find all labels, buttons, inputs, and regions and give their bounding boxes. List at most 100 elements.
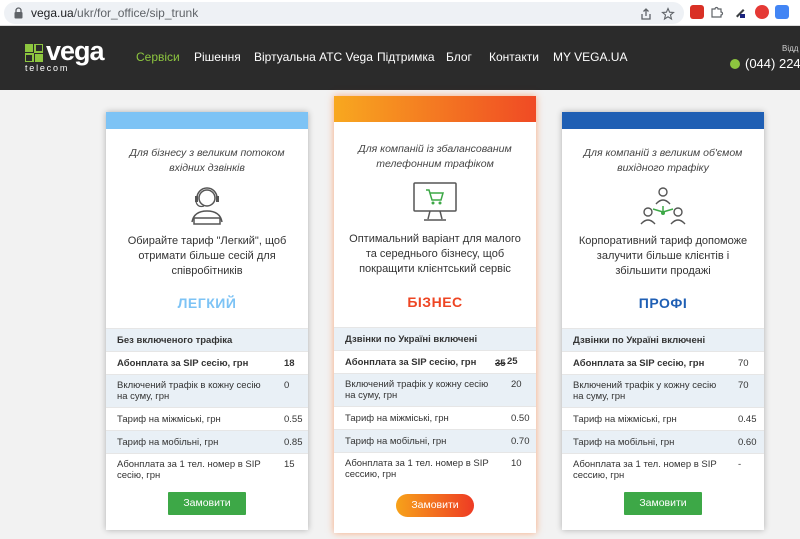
table-row: Включений трафік в кожну сесію на суму, … (106, 374, 308, 407)
nav-item-virtual-pbx[interactable]: Віртуальна АТС Vega (254, 50, 373, 64)
plan-description: Оптимальний варіант для малого та середн… (349, 233, 521, 275)
table-row: Тариф на міжміські, грн 0.55 (106, 407, 308, 430)
url-host: vega.ua (31, 6, 74, 20)
table-row: Тариф на міжміські, грн 0.50 (334, 406, 536, 429)
row-label: Тариф на мобільні, грн (345, 436, 447, 447)
site-header: vega telecom Сервіси Рішення Віртуальна … (0, 26, 800, 90)
plan-rows: Без включеного трафіка Абонплата за SIP … (106, 328, 308, 487)
table-row: Дзвінки по Україні включені (562, 328, 764, 351)
plan-tagline: Для бізнесу з великим потоком вхідних дз… (129, 147, 285, 174)
phone-icon (730, 59, 740, 69)
row-value: 18 (284, 358, 295, 369)
row-value: 0.60 (738, 437, 757, 448)
extension-pen-icon[interactable] (733, 5, 747, 19)
plan-description: Обирайте тариф "Легкий", щоб отримати бі… (127, 235, 287, 277)
extension-red-icon[interactable] (690, 5, 704, 19)
row-value: 0.45 (738, 414, 757, 425)
row-value: 15 (284, 459, 295, 470)
table-row: Абонплата за SIP сесію, грн 18 (106, 351, 308, 374)
table-row: Включений трафік у кожну сесію на суму, … (562, 374, 764, 407)
plan-tagline: Для компаній з великим об'ємом вихідного… (583, 147, 743, 174)
table-row: Тариф на мобільні, грн 0.70 (334, 429, 536, 452)
row-label: Тариф на міжміські, грн (117, 414, 221, 425)
extension-youtube-icon[interactable] (755, 5, 769, 19)
table-row: Дзвінки по Україні включені (334, 327, 536, 350)
row-value: 10 (511, 458, 522, 469)
row-value: 0 (284, 380, 290, 391)
plan-description: Корпоративний тариф допоможе залучити бі… (578, 235, 748, 277)
row-label: Тариф на мобільні, грн (117, 437, 219, 448)
lock-icon[interactable] (13, 7, 24, 19)
order-button[interactable]: Замовити (396, 494, 474, 517)
plan-name: БІЗНЕС (407, 294, 463, 310)
plan-name: ЛЕГКИЙ (177, 295, 237, 311)
nav-item-contacts[interactable]: Контакти (489, 50, 539, 64)
logo-sub: telecom (25, 63, 70, 73)
row-label: Тариф на мобільні, грн (573, 437, 675, 448)
row-label: Включений трафік у кожну сесію на суму, … (573, 380, 717, 402)
plan-tagline: Для компаній із збалансованим телефонним… (358, 143, 512, 170)
row-value: 70 (738, 358, 749, 369)
plan-card-pro: Для компаній з великим об'ємом вихідного… (562, 112, 764, 530)
new-price: 25 (507, 356, 518, 367)
url-path: /ukr/for_office/sip_trunk (73, 6, 199, 20)
order-button[interactable]: Замовити (624, 492, 702, 515)
old-price: 35 (495, 358, 506, 369)
url-text[interactable]: vega.ua/ukr/for_office/sip_trunk (31, 6, 198, 20)
table-row: Абонплата за SIP сесію, грн 35 25 (334, 350, 536, 373)
row-value: 20 (511, 379, 522, 390)
row-label: Тариф на міжміські, грн (573, 414, 677, 425)
row-label: Абонплата за 1 тел. номер в SIP сессию, … (345, 458, 489, 480)
table-row: Тариф на мобільні, грн 0.85 (106, 430, 308, 453)
operator-headset-icon (191, 187, 223, 225)
browser-address-bar: vega.ua/ukr/for_office/sip_trunk (0, 0, 800, 26)
page: vega.ua/ukr/for_office/sip_trunk vega te… (0, 0, 800, 539)
row-label: Абонплата за SIP сесію, грн (117, 358, 249, 369)
nav-item-my-vega[interactable]: MY VEGA.UA (553, 50, 627, 64)
monitor-cart-icon (413, 182, 457, 221)
table-row: Абонплата за SIP сесію, грн 70 (562, 351, 764, 374)
row-label: Тариф на міжміські, грн (345, 413, 449, 424)
row-label: Включений трафік у кожну сесію на суму, … (345, 379, 489, 401)
row-value: 0.85 (284, 437, 303, 448)
row-label: Абонплата за 1 тел. номер в SIP сесію, г… (117, 459, 261, 481)
row-label: Без включеного трафіка (117, 335, 233, 346)
table-row: Тариф на міжміські, грн 0.45 (562, 407, 764, 430)
table-row: Абонплата за 1 тел. номер в SIP сессию, … (562, 453, 764, 487)
star-icon[interactable] (661, 7, 675, 21)
nav-item-support[interactable]: Підтримка (377, 50, 435, 64)
table-row: Включений трафік у кожну сесію на суму, … (334, 373, 536, 406)
table-row: Абонплата за 1 тел. номер в SIP сесію, г… (106, 453, 308, 487)
vega-logo[interactable]: vega telecom (25, 36, 115, 76)
phone-number[interactable]: (044) 224 (745, 56, 800, 71)
table-row: Тариф на мобільні, грн 0.60 (562, 430, 764, 453)
row-label: Включений трафік в кожну сесію на суму, … (117, 380, 261, 402)
plan-card-business: Для компаній із збалансованим телефонним… (334, 96, 536, 533)
phone-caption: Відд (782, 44, 799, 53)
extension-puzzle-icon[interactable] (710, 5, 724, 19)
plan-strip (106, 112, 308, 129)
nav-item-solutions[interactable]: Рішення (194, 50, 241, 64)
row-label: Абонплата за SIP сесію, грн (573, 358, 705, 369)
vega-logo-mark-icon (25, 44, 43, 62)
nav-item-services[interactable]: Сервіси (136, 50, 180, 64)
plan-rows: Дзвінки по Україні включені Абонплата за… (562, 328, 764, 487)
plan-rows: Дзвінки по Україні включені Абонплата за… (334, 327, 536, 486)
row-label: Дзвінки по Україні включені (345, 334, 478, 345)
row-value: 0.70 (511, 436, 530, 447)
plan-strip (334, 96, 536, 122)
plan-card-light: Для бізнесу з великим потоком вхідних дз… (106, 112, 308, 530)
table-row: Абонплата за 1 тел. номер в SIP сессию, … (334, 452, 536, 486)
nav-item-blog[interactable]: Блог (446, 50, 472, 64)
table-row: Без включеного трафіка (106, 328, 308, 351)
url-field[interactable]: vega.ua/ukr/for_office/sip_trunk (4, 2, 684, 24)
row-value: 0.50 (511, 413, 530, 424)
share-icon[interactable] (639, 7, 653, 21)
extension-translate-icon[interactable] (775, 5, 789, 19)
row-label: Дзвінки по Україні включені (573, 335, 706, 346)
row-value: - (738, 459, 742, 470)
plan-strip (562, 112, 764, 129)
order-button[interactable]: Замовити (168, 492, 246, 515)
row-value: 70 (738, 380, 749, 391)
team-network-icon (640, 187, 686, 225)
